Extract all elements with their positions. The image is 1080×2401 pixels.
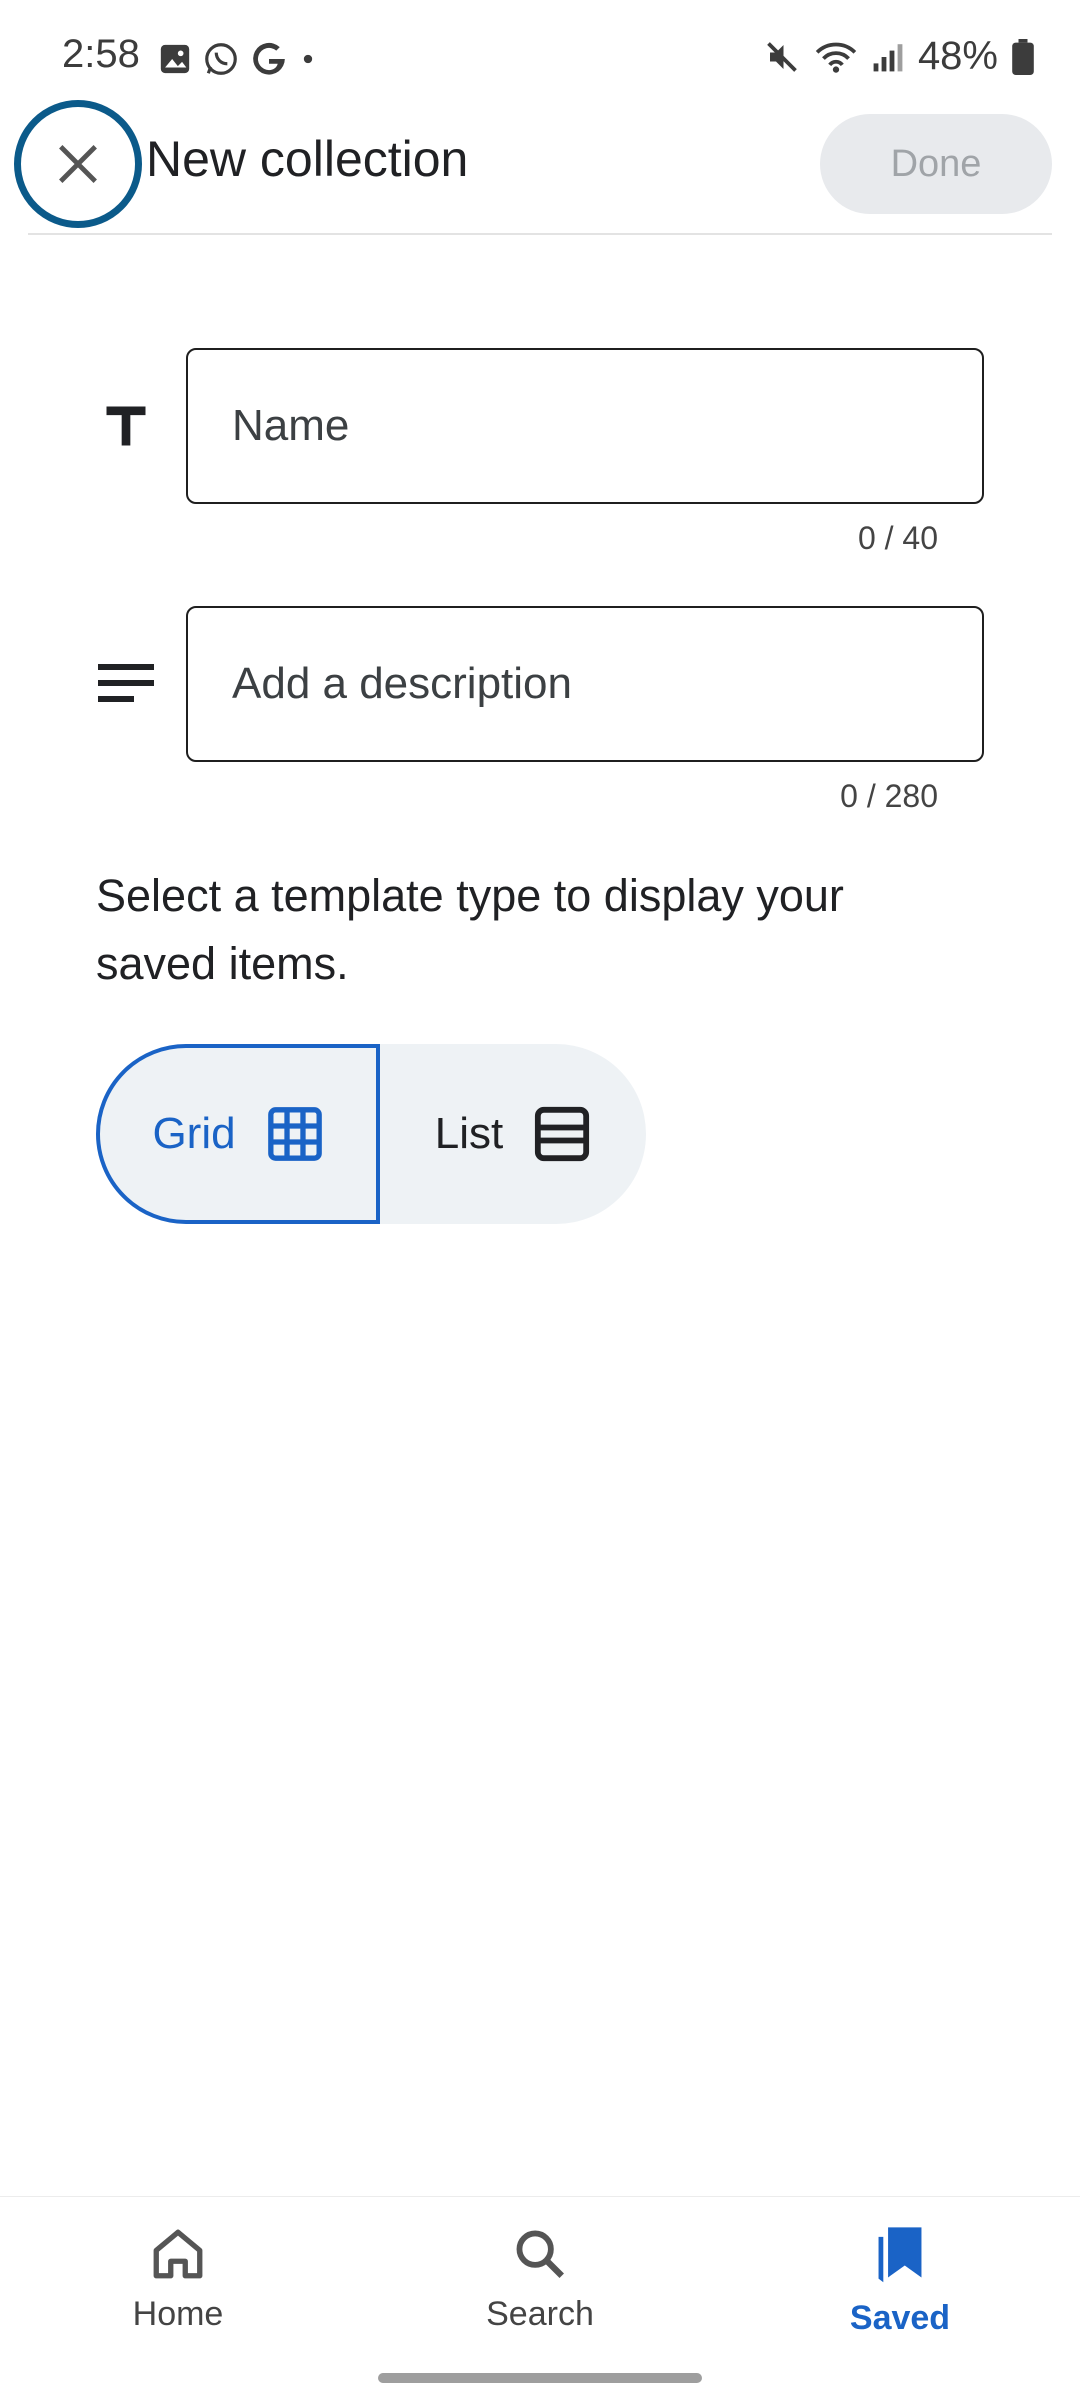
- name-input[interactable]: Name: [186, 348, 984, 504]
- list-label: List: [434, 1109, 504, 1158]
- close-icon: [59, 145, 97, 183]
- done-button[interactable]: Done: [820, 114, 1052, 214]
- status-time: 2:58: [62, 32, 140, 76]
- system-status: 48%: [764, 34, 1034, 79]
- list-icon: [535, 1106, 590, 1162]
- gallery-icon: [160, 44, 190, 74]
- mute-icon: [767, 41, 797, 72]
- description-input[interactable]: Add a description: [186, 606, 984, 762]
- description-char-counter: 0 / 280: [840, 778, 938, 814]
- nav-item-search[interactable]: Search: [420, 2225, 660, 2334]
- nav-item-home[interactable]: Home: [58, 2225, 298, 2334]
- dot-icon: [303, 54, 313, 64]
- close-button[interactable]: [14, 100, 142, 228]
- template-toggle: Grid List: [96, 1044, 646, 1224]
- template-prompt: Select a template type to display your s…: [96, 870, 844, 989]
- battery-percent: 48%: [917, 34, 998, 78]
- wifi-icon: [815, 42, 857, 73]
- template-option-grid[interactable]: Grid: [96, 1044, 380, 1224]
- description-lines-icon: [96, 654, 156, 714]
- nav-label-saved: Saved: [849, 2299, 951, 2337]
- search-icon: [516, 2230, 564, 2278]
- header-divider: [28, 233, 1052, 235]
- signal-icon: [873, 43, 903, 71]
- nav-label-home: Home: [132, 2295, 224, 2333]
- notification-icons: [158, 40, 318, 78]
- gesture-home-bar[interactable]: [378, 2373, 702, 2383]
- nav-label-search: Search: [486, 2295, 594, 2333]
- google-icon: [253, 42, 285, 75]
- name-char-counter: 0 / 40: [857, 520, 938, 556]
- template-option-list[interactable]: List: [380, 1044, 646, 1224]
- grid-label: Grid: [152, 1109, 236, 1158]
- app-bar: New collection Done: [0, 100, 1080, 235]
- bottom-navigation: Home Search Saved: [0, 2196, 1080, 2401]
- status-bar: 2:58 48%: [0, 0, 1080, 110]
- grid-icon: [267, 1107, 322, 1161]
- battery-icon: [1012, 38, 1034, 75]
- home-icon: [153, 2229, 203, 2279]
- bookmark-icon: [878, 2227, 922, 2283]
- whatsapp-icon: [205, 43, 237, 75]
- title-text-icon: [96, 396, 156, 456]
- nav-item-saved[interactable]: Saved: [780, 2225, 1020, 2338]
- page-title: New collection: [146, 131, 469, 187]
